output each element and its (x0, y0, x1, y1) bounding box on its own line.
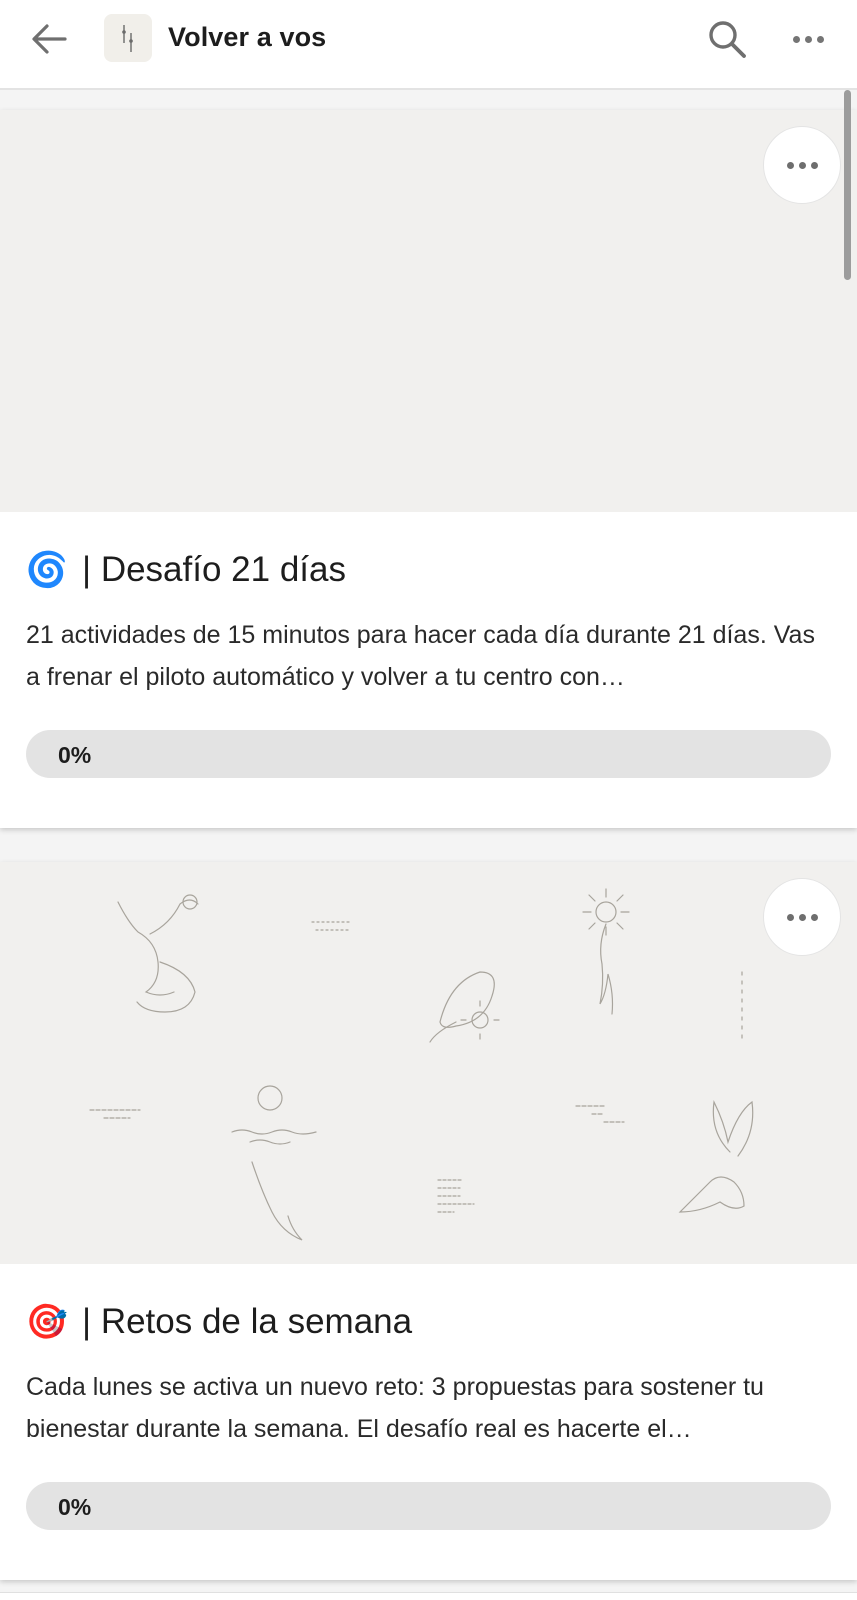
wish-upon-a-star-text (89, 1109, 141, 1119)
more-horizontal-icon (786, 161, 794, 169)
progress-bar: 0% (26, 730, 831, 778)
back-button[interactable] (26, 18, 72, 60)
next-card-edge (0, 1592, 857, 1600)
progress-bar: 0% (26, 1482, 831, 1530)
moon-waves-drawing (257, 1085, 283, 1111)
more-options-button[interactable] (786, 24, 830, 54)
sun-figure-drawing (595, 901, 617, 923)
card-more-button[interactable] (763, 878, 841, 956)
more-dot (804, 35, 812, 43)
card-description: Cada lunes se activa un nuevo reto: 3 pr… (26, 1373, 764, 1443)
card-title[interactable]: 🎯 | Retos de la semana (26, 1302, 412, 1342)
more-horizontal-icon (792, 35, 800, 43)
course-card[interactable]: 🎯 | Retos de la semana Cada lunes se act… (0, 862, 857, 1580)
progress-label: 0% (58, 742, 92, 768)
card-title-text: | Desafío 21 días (82, 550, 346, 589)
search-icon (709, 21, 746, 58)
more-dot (810, 913, 818, 921)
line-art-illustrations (89, 888, 754, 1241)
app-logo-icon (122, 25, 133, 52)
arrow-left-icon (32, 24, 67, 54)
more-dot (810, 161, 818, 169)
under-the-sea-text (575, 1105, 625, 1123)
always-be-my-baby-text (311, 921, 353, 931)
top-app-bar: Volver a vos (0, 0, 857, 90)
card-cover-image (0, 110, 857, 512)
sugar-spice-text (437, 1179, 475, 1213)
course-card[interactable]: 🌀 | Desafío 21 días 21 actividades de 15… (0, 110, 857, 828)
app-logo[interactable] (104, 14, 152, 62)
more-dot (798, 161, 806, 169)
card-title-text: | Retos de la semana (82, 1302, 413, 1341)
koi-fish-drawing (439, 971, 495, 1028)
search-button[interactable] (706, 18, 750, 62)
fairy-drawing (712, 1099, 754, 1157)
scrollbar[interactable] (844, 90, 851, 280)
more-horizontal-icon (786, 913, 794, 921)
progress-label: 0% (58, 1494, 92, 1520)
card-more-button[interactable] (763, 126, 841, 204)
mermaid-drawing (117, 901, 175, 996)
card-description: 21 actividades de 15 minutos para hacer … (26, 621, 815, 691)
page-title: Volver a vos (168, 22, 327, 52)
card-title[interactable]: 🌀 | Desafío 21 días (26, 550, 346, 590)
diver-drawing (251, 1161, 303, 1241)
more-dot (798, 913, 806, 921)
target-emoji-icon: 🎯 (25, 1303, 69, 1341)
card-cover-image (0, 862, 857, 1264)
cyclone-emoji-icon: 🌀 (25, 551, 69, 589)
more-dot (816, 35, 824, 43)
